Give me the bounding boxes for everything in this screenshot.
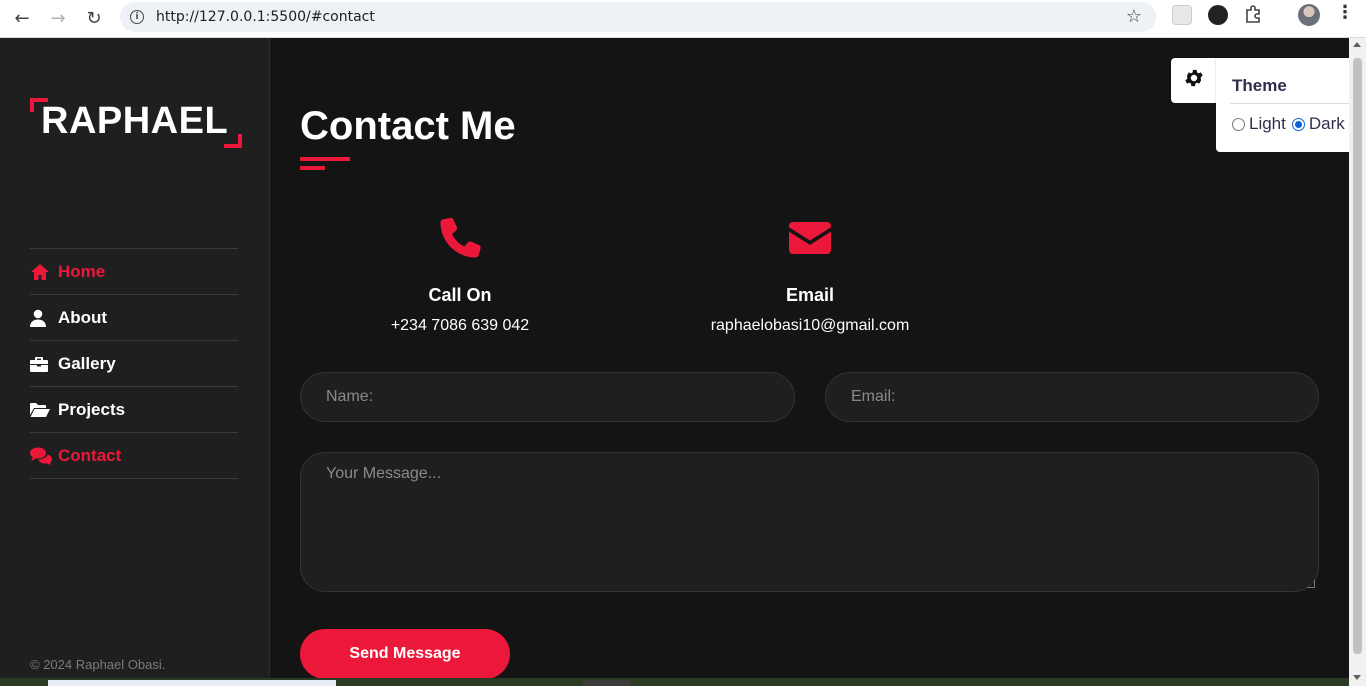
title-underline [300, 157, 350, 161]
email-address[interactable]: raphaelobasi10@gmail.com [650, 317, 970, 335]
browser-toolbar: ← → ↻ i http://127.0.0.1:5500/#contact ☆… [0, 0, 1366, 38]
gear-icon [1183, 67, 1205, 94]
nav-label: Home [58, 261, 106, 281]
phone-number[interactable]: +234 7086 639 042 [300, 317, 620, 335]
send-message-button[interactable]: Send Message [300, 629, 510, 679]
message-textarea[interactable]: Your Message... [300, 452, 1319, 592]
theme-toggle-button[interactable] [1171, 58, 1217, 103]
nav-label: Gallery [58, 353, 116, 373]
contact-info-email: Email raphaelobasi10@gmail.com [650, 216, 970, 335]
back-arrow-icon[interactable]: ← [8, 4, 36, 32]
resize-handle-icon[interactable] [1307, 580, 1315, 588]
page-scrollbar[interactable] [1349, 38, 1366, 686]
browser-menu-icon[interactable]: ⋮ [1336, 2, 1354, 23]
message-placeholder: Your Message... [326, 465, 442, 482]
email-placeholder: Email: [851, 388, 896, 405]
contact-label: Email [785, 285, 835, 305]
divider [1230, 103, 1350, 104]
phone-icon [439, 216, 481, 260]
briefcase-icon [30, 356, 52, 372]
home-icon [30, 263, 52, 281]
light-theme-label[interactable]: Light [1249, 114, 1286, 134]
scroll-thumb[interactable] [1353, 58, 1362, 654]
name-placeholder: Name: [326, 388, 374, 405]
bookmark-star-icon[interactable]: ☆ [1126, 6, 1142, 27]
site-info-icon[interactable]: i [130, 10, 144, 24]
forward-arrow-icon[interactable]: → [44, 4, 72, 32]
sidebar-nav: Home About Gallery Projects Contact [30, 248, 238, 479]
title-underline [300, 166, 325, 170]
nav-item-contact[interactable]: Contact [30, 433, 238, 479]
extension-icon[interactable] [1172, 5, 1192, 25]
dark-theme-label[interactable]: Dark [1309, 114, 1345, 134]
address-bar[interactable]: i http://127.0.0.1:5500/#contact ☆ [120, 2, 1156, 32]
nav-label: About [58, 307, 108, 327]
envelope-icon [789, 216, 831, 260]
theme-options: Light Dark [1232, 114, 1351, 134]
name-input[interactable]: Name: [300, 372, 795, 422]
theme-panel: Theme Light Dark [1216, 58, 1366, 152]
contact-info-call: Call On +234 7086 639 042 [300, 216, 620, 335]
logo-text: RAPHAEL [41, 100, 229, 142]
reload-icon[interactable]: ↻ [80, 4, 108, 32]
profile-avatar[interactable] [1298, 4, 1320, 26]
sidebar: RAPHAEL Home About Gallery Projects Cont… [0, 38, 270, 678]
logo[interactable]: RAPHAEL [30, 98, 242, 148]
light-theme-radio[interactable] [1232, 117, 1245, 131]
scroll-down-arrow-icon[interactable] [1353, 675, 1361, 680]
taskbar-item [48, 680, 336, 686]
extensions-puzzle-icon[interactable] [1244, 4, 1264, 24]
page-title: Contact Me [300, 104, 516, 148]
nav-label: Projects [58, 399, 126, 419]
folder-open-icon [30, 402, 52, 418]
nav-item-about[interactable]: About [30, 295, 238, 341]
nav-item-projects[interactable]: Projects [30, 387, 238, 433]
url-text[interactable]: http://127.0.0.1:5500/#contact [156, 9, 375, 25]
copyright-text: © 2024 Raphael Obasi. [30, 657, 166, 672]
contact-label: Call On [428, 285, 492, 305]
dark-theme-radio[interactable] [1291, 117, 1305, 131]
taskbar-edge [0, 678, 1349, 686]
user-icon [30, 309, 52, 327]
nav-item-home[interactable]: Home [30, 249, 238, 295]
nav-item-gallery[interactable]: Gallery [30, 341, 238, 387]
comments-icon [30, 447, 52, 465]
contact-section: Contact Me Call On +234 7086 639 042 Ema… [271, 38, 1349, 679]
taskbar-item [583, 680, 631, 686]
email-input[interactable]: Email: [825, 372, 1319, 422]
extension-icon[interactable] [1208, 5, 1228, 25]
logo-corner-decoration [224, 134, 242, 148]
theme-title: Theme [1232, 76, 1287, 95]
scroll-up-arrow-icon[interactable] [1353, 42, 1361, 47]
nav-label: Contact [58, 445, 122, 465]
